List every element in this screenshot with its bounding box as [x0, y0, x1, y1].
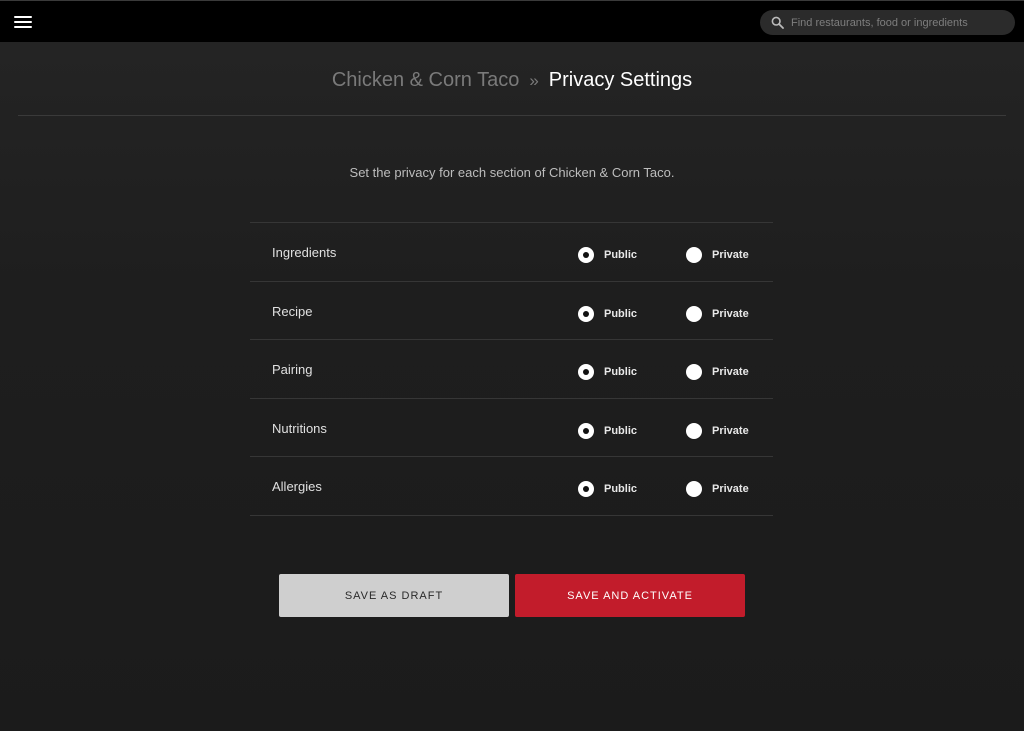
private-radio-option[interactable]: Private	[686, 481, 749, 498]
privacy-row: Recipe Public Private	[250, 282, 773, 341]
privacy-table: Ingredients Public Private Recipe Public Priv…	[250, 222, 773, 516]
section-label: Pairing	[272, 362, 313, 378]
save-as-draft-button[interactable]: SAVE AS DRAFT	[279, 574, 509, 617]
private-radio[interactable]	[686, 422, 702, 439]
top-bar	[0, 0, 1024, 42]
public-label: Public	[604, 483, 638, 496]
breadcrumb-separator: »	[529, 71, 539, 90]
public-radio-option[interactable]: Public	[578, 247, 637, 263]
section-label: Allergies	[272, 479, 322, 495]
privacy-settings-page: Chicken & Corn Taco » Privacy Settings Set…	[0, 0, 1024, 731]
public-radio[interactable]	[578, 422, 594, 439]
search-box[interactable]	[760, 10, 1015, 35]
privacy-row: Nutritions Public Private	[250, 399, 773, 458]
public-radio-option[interactable]: Public	[578, 364, 638, 381]
search-input[interactable]	[791, 10, 1006, 35]
public-radio-option[interactable]: Public	[578, 305, 638, 322]
private-label: Private	[712, 483, 749, 496]
private-radio-option[interactable]: Private	[686, 247, 749, 263]
private-radio-option[interactable]: Private	[686, 305, 749, 322]
search-icon	[771, 16, 784, 29]
private-radio-option[interactable]: Private	[686, 422, 749, 439]
public-radio[interactable]	[578, 305, 594, 322]
public-label: Public	[604, 249, 638, 261]
public-label: Public	[604, 366, 638, 379]
public-radio[interactable]	[578, 481, 594, 498]
save-and-activate-button[interactable]: SAVE AND ACTIVATE	[515, 574, 745, 617]
private-label: Private	[712, 249, 749, 261]
intro-text: Set the privacy for each section of Chic…	[349, 165, 675, 180]
page-title-current: Privacy Settings	[548, 69, 693, 91]
public-radio[interactable]	[578, 247, 594, 263]
public-label: Public	[604, 307, 638, 320]
privacy-row: Ingredients Public Private	[250, 223, 773, 282]
section-label: Recipe	[272, 303, 313, 319]
private-radio[interactable]	[686, 481, 702, 498]
section-label: Ingredients	[272, 245, 337, 260]
public-radio-option[interactable]: Public	[578, 422, 638, 439]
private-label: Private	[712, 307, 749, 320]
hamburger-menu-icon[interactable]	[14, 15, 32, 29]
privacy-row: Allergies Public Private	[250, 457, 773, 516]
public-radio[interactable]	[578, 364, 594, 381]
private-label: Private	[712, 366, 749, 379]
private-radio[interactable]	[686, 305, 702, 322]
title-divider	[18, 115, 1006, 116]
private-label: Private	[712, 424, 749, 437]
private-radio[interactable]	[686, 247, 702, 263]
private-radio[interactable]	[686, 364, 702, 381]
public-radio-option[interactable]: Public	[578, 481, 638, 498]
privacy-row: Pairing Public Private	[250, 340, 773, 399]
breadcrumb-recipe[interactable]: Chicken & Corn Taco	[332, 69, 520, 91]
section-label: Nutritions	[272, 420, 327, 436]
public-label: Public	[604, 424, 638, 437]
private-radio-option[interactable]: Private	[686, 364, 749, 381]
page-title: Chicken & Corn Taco » Privacy Settings	[0, 64, 1024, 96]
